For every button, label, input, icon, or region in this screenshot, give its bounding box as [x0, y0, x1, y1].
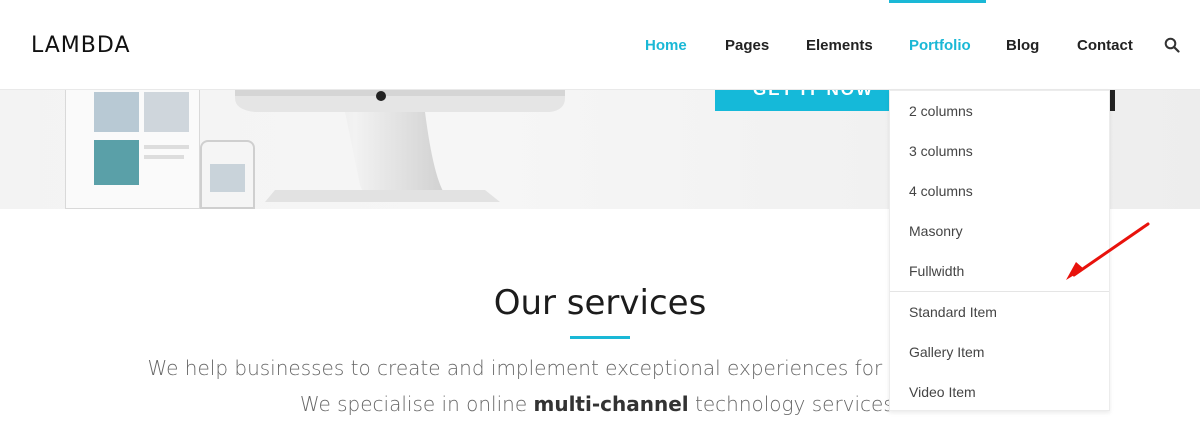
site-logo[interactable]: LAMBDA	[31, 33, 131, 58]
services-title-underline	[570, 336, 630, 339]
monitor-mockup-image	[235, 90, 565, 202]
site-header: LAMBDA Home Pages Elements Portfolio Blo…	[0, 0, 1200, 90]
menu-divider	[890, 291, 1109, 292]
menu-item-3-columns[interactable]: 3 columns	[909, 143, 973, 159]
menu-item-standard-item[interactable]: Standard Item	[909, 304, 997, 320]
annotation-arrow-icon	[1066, 222, 1150, 280]
menu-item-2-columns[interactable]: 2 columns	[909, 103, 973, 119]
menu-item-masonry[interactable]: Masonry	[909, 223, 963, 239]
portfolio-active-indicator	[889, 0, 986, 3]
tablet-mockup-image	[65, 90, 200, 209]
menu-item-video-item[interactable]: Video Item	[909, 384, 976, 400]
nav-contact[interactable]: Contact	[1077, 37, 1133, 54]
menu-item-gallery-item[interactable]: Gallery Item	[909, 344, 984, 360]
nav-pages[interactable]: Pages	[725, 37, 769, 54]
menu-item-4-columns[interactable]: 4 columns	[909, 183, 973, 199]
nav-portfolio[interactable]: Portfolio	[909, 37, 971, 54]
nav-blog[interactable]: Blog	[1006, 37, 1039, 54]
menu-item-fullwidth[interactable]: Fullwidth	[909, 263, 964, 279]
nav-home[interactable]: Home	[645, 37, 687, 54]
nav-elements[interactable]: Elements	[806, 37, 873, 54]
search-icon[interactable]	[1164, 37, 1180, 53]
